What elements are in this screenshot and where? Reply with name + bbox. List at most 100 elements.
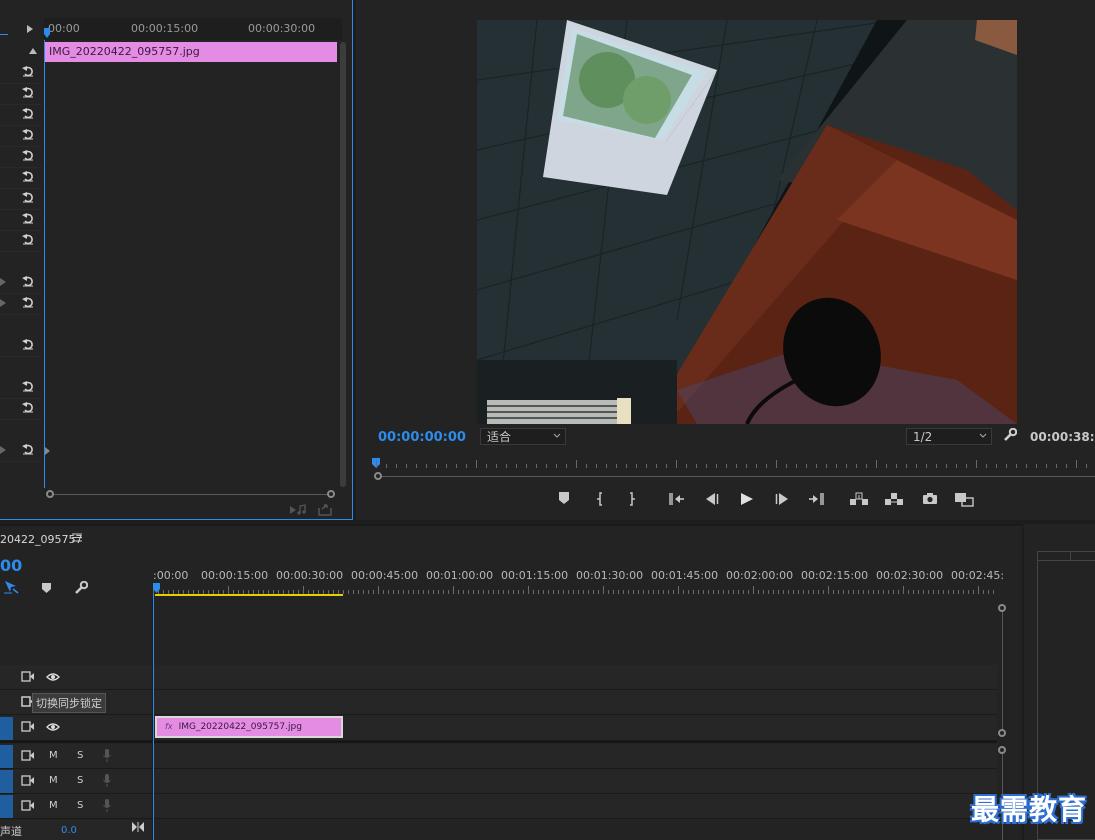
video-track-scroll-track[interactable] [1002, 610, 1003, 730]
mute-button[interactable]: M [49, 800, 58, 811]
ruler-label: 00:01:45:00 [651, 569, 719, 582]
go-to-end-icon[interactable] [132, 822, 144, 832]
track-target-a1[interactable] [0, 745, 13, 768]
play-icon[interactable] [740, 492, 754, 506]
program-zoom-handle[interactable] [374, 472, 382, 480]
playhead-marker-icon[interactable] [44, 28, 50, 38]
eye-icon[interactable] [46, 672, 60, 682]
reset-icon[interactable] [22, 338, 34, 350]
extract-icon[interactable] [884, 492, 904, 506]
go-to-out-icon[interactable] [808, 492, 824, 506]
video-track-v3[interactable] [0, 665, 997, 690]
property-row [0, 146, 42, 168]
microphone-icon[interactable] [103, 774, 111, 787]
solo-button[interactable]: S [77, 750, 83, 761]
video-scroll-handle-top[interactable] [998, 604, 1006, 612]
comparison-view-icon[interactable] [954, 492, 974, 507]
solo-button[interactable]: S [77, 775, 83, 786]
property-row [0, 230, 42, 252]
reset-icon[interactable] [22, 86, 34, 98]
linked-selection-icon[interactable] [4, 580, 20, 594]
reset-icon[interactable] [22, 191, 34, 203]
ruler-label: 00:00:30:00 [276, 569, 344, 582]
solo-button[interactable]: S [77, 800, 83, 811]
mark-out-icon[interactable] [628, 492, 636, 506]
ec-zoom-track[interactable] [50, 494, 332, 495]
ec-zoom-handle-right[interactable] [327, 490, 335, 498]
reset-icon[interactable] [22, 128, 34, 140]
play-only-icon[interactable] [27, 25, 33, 33]
toggle-track-output-icon[interactable] [21, 750, 34, 761]
wrench-icon[interactable] [1003, 428, 1017, 442]
wrench-icon[interactable] [74, 581, 88, 595]
reset-icon[interactable] [22, 65, 34, 77]
property-row [0, 62, 42, 84]
ec-clip-bar[interactable]: IMG_20220422_095757.jpg [45, 42, 337, 62]
lift-icon[interactable] [849, 492, 869, 506]
sequence-tab[interactable]: 20422_095757 [0, 533, 82, 546]
add-marker-icon[interactable] [559, 492, 569, 504]
track-target-v1[interactable] [0, 717, 13, 740]
work-area-bar[interactable] [155, 594, 343, 596]
track-target-a2[interactable] [0, 770, 13, 793]
ec-keyframe-arrow-icon [45, 447, 50, 455]
fit-dropdown[interactable]: 适合 [480, 428, 566, 445]
reset-icon[interactable] [22, 149, 34, 161]
toggle-track-output-icon[interactable] [21, 671, 34, 682]
add-marker-icon[interactable] [42, 583, 51, 593]
audio-track-a2[interactable] [0, 769, 997, 794]
ruler-label: 00:01:00:00 [426, 569, 494, 582]
audio-track-a3[interactable] [0, 794, 997, 819]
export-icon[interactable] [318, 503, 332, 516]
program-zoom-track[interactable] [380, 476, 1095, 477]
mute-button[interactable]: M [49, 750, 58, 761]
toggle-track-output-icon[interactable] [21, 800, 34, 811]
timeline-playhead-icon[interactable] [153, 583, 160, 593]
mark-in-icon[interactable] [596, 492, 604, 506]
audio-only-icon[interactable] [290, 504, 306, 516]
ec-zoom-handle-left[interactable] [46, 490, 54, 498]
property-row [0, 377, 42, 399]
ec-vertical-scrollbar[interactable] [340, 42, 346, 487]
reset-icon[interactable] [22, 296, 34, 308]
track-target-a3[interactable] [0, 795, 13, 818]
sync-lock-icon[interactable] [21, 696, 31, 707]
eye-icon[interactable] [46, 722, 60, 732]
step-back-icon[interactable] [705, 492, 719, 506]
timeline-clip[interactable]: fx IMG_20220422_095757.jpg [155, 716, 343, 738]
audio-track-a1[interactable] [0, 744, 997, 769]
expand-arrow-icon[interactable] [0, 446, 6, 454]
chevron-down-icon [979, 433, 987, 439]
quality-dropdown[interactable]: 1/2 [906, 428, 992, 445]
reset-icon[interactable] [22, 233, 34, 245]
master-volume-value[interactable]: 0.0 [61, 825, 77, 836]
expand-arrow-icon[interactable] [0, 299, 6, 307]
reset-icon[interactable] [22, 401, 34, 413]
sync-lock-tooltip: 切换同步锁定 [32, 693, 106, 713]
reset-icon[interactable] [22, 380, 34, 392]
reset-icon[interactable] [22, 212, 34, 224]
reset-icon[interactable] [22, 107, 34, 119]
video-track-v2[interactable] [0, 690, 997, 715]
step-forward-icon[interactable] [775, 492, 789, 506]
video-track-v1[interactable] [0, 715, 997, 741]
audio-scroll-handle-top[interactable] [998, 746, 1006, 754]
timeline-current-time[interactable]: 00 [0, 556, 22, 575]
go-to-in-icon[interactable] [669, 492, 685, 506]
reset-icon[interactable] [22, 443, 34, 455]
program-current-time[interactable]: 00:00:00:00 [378, 430, 466, 445]
ec-property-list [0, 41, 44, 488]
toggle-track-output-icon[interactable] [21, 775, 34, 786]
program-time-ruler[interactable] [376, 460, 1095, 468]
microphone-icon[interactable] [103, 749, 111, 762]
camera-icon[interactable] [922, 492, 938, 505]
expand-arrow-icon[interactable] [0, 278, 6, 286]
sequence-menu-icon[interactable] [72, 533, 82, 542]
reset-icon[interactable] [22, 170, 34, 182]
video-frame[interactable] [477, 20, 1017, 424]
microphone-icon[interactable] [103, 799, 111, 812]
mute-button[interactable]: M [49, 775, 58, 786]
video-scroll-handle-bottom[interactable] [998, 729, 1006, 737]
toggle-track-output-icon[interactable] [21, 721, 34, 732]
reset-icon[interactable] [22, 275, 34, 287]
